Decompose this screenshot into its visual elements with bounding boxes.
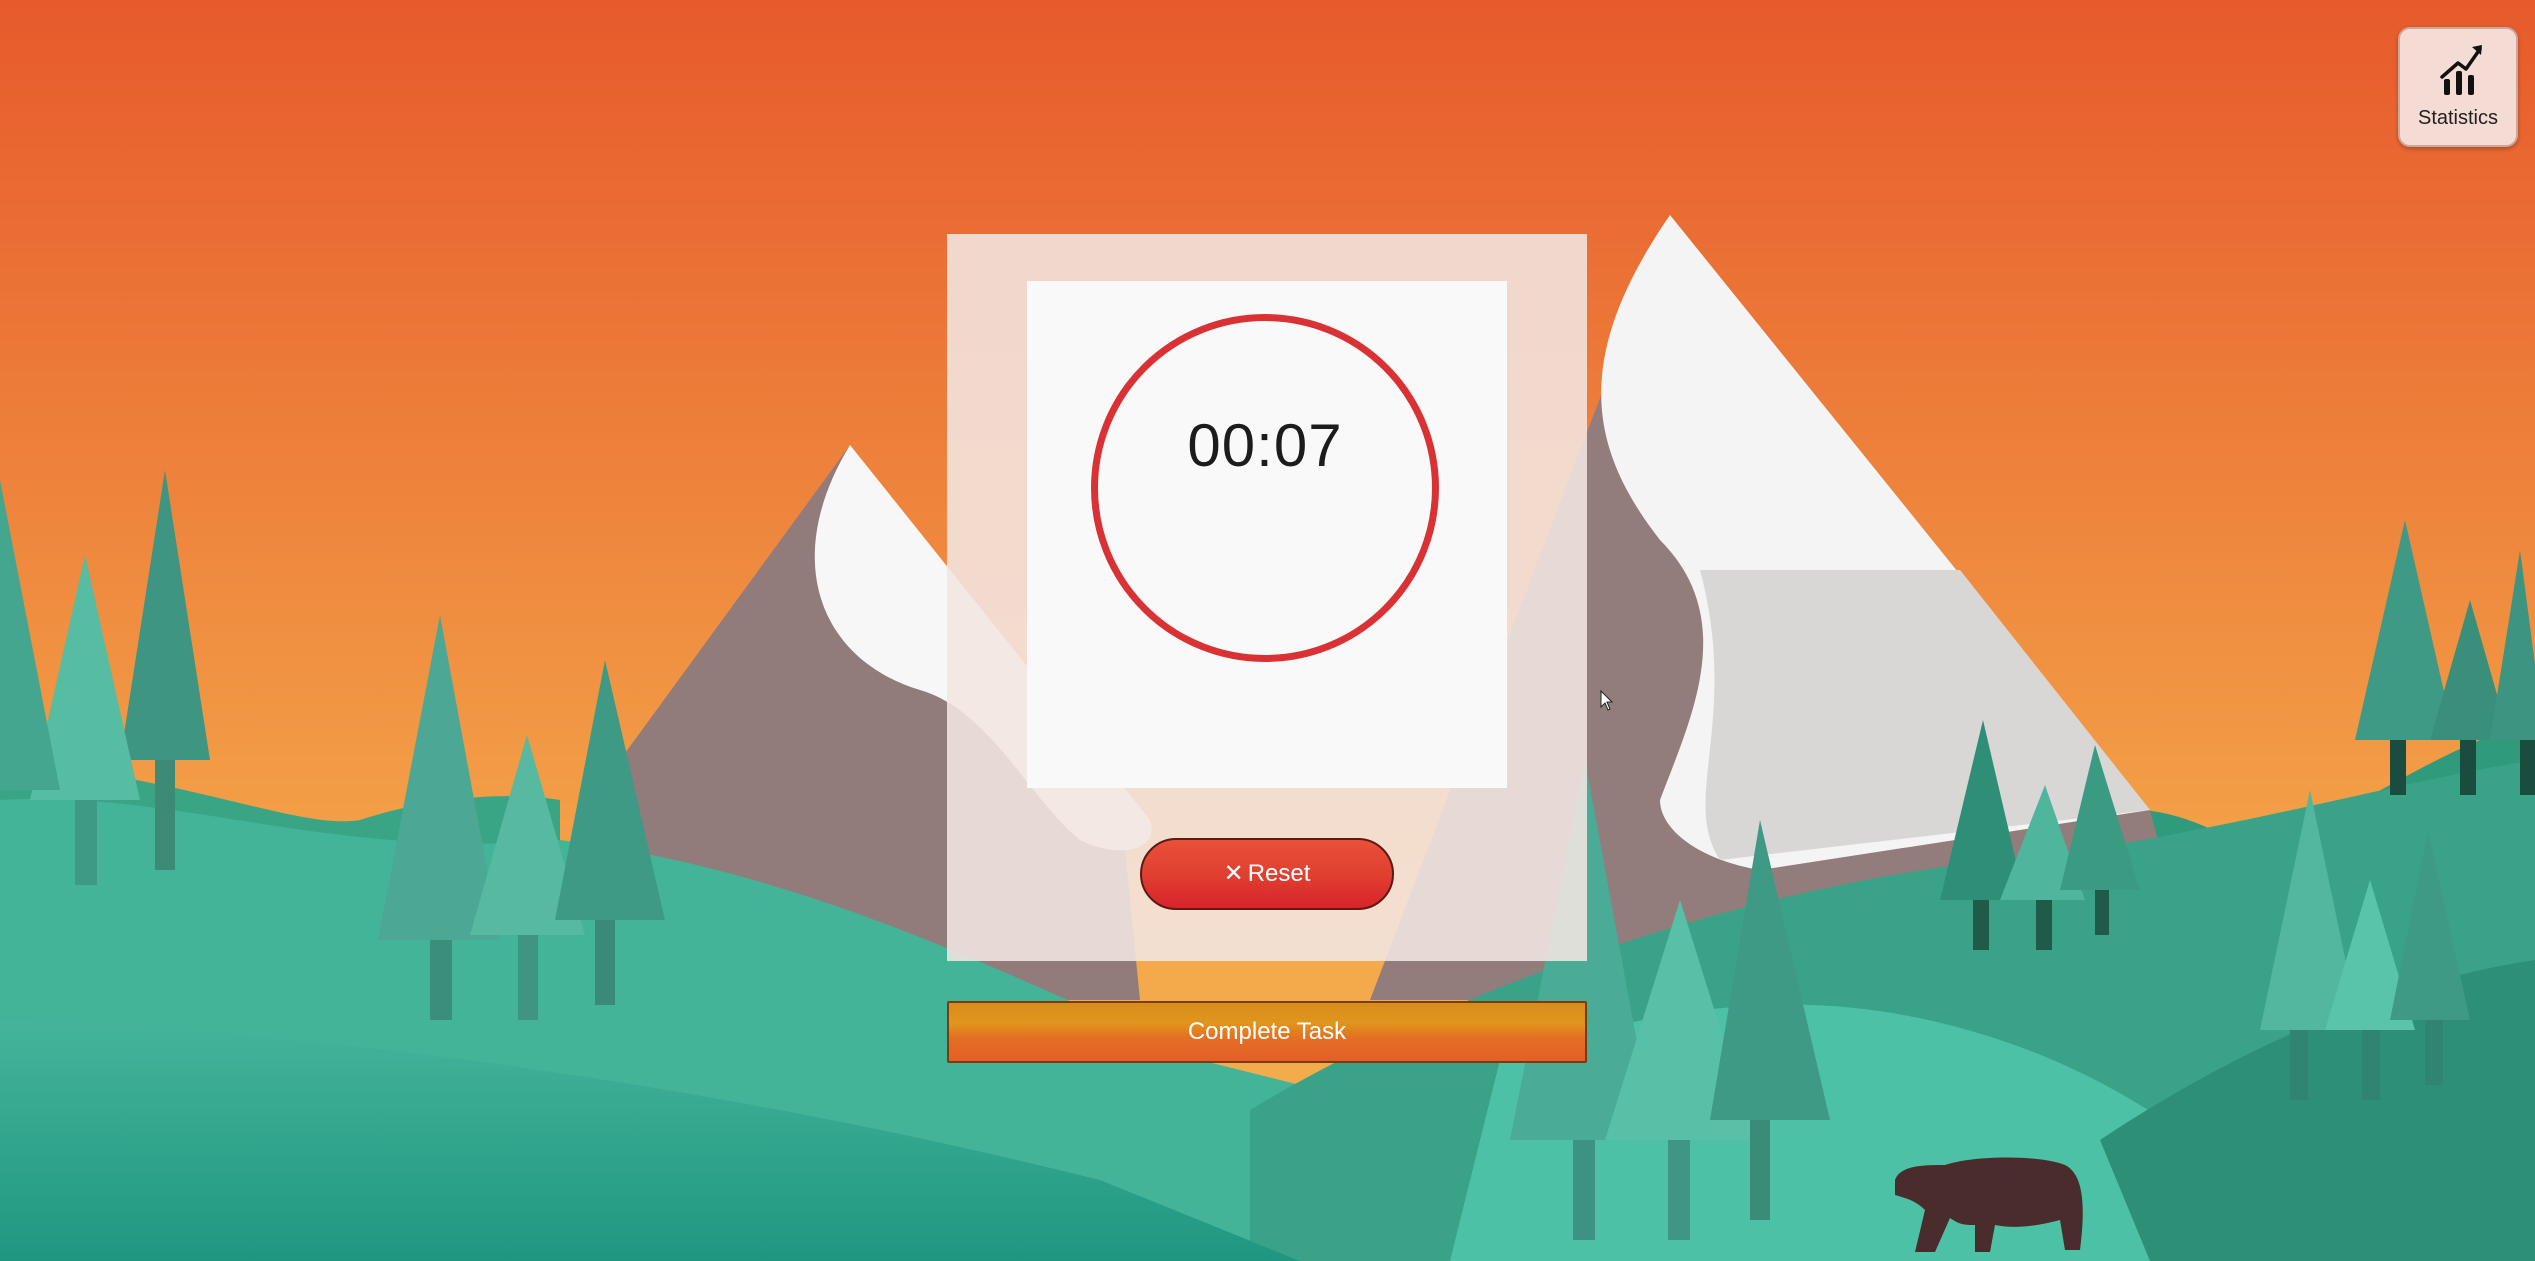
timer-ring: 00:07 — [1091, 314, 1439, 662]
complete-task-button[interactable]: Complete Task — [947, 1001, 1587, 1063]
mouse-cursor-icon — [1600, 690, 1614, 711]
timer-display: 00:07 — [1187, 412, 1343, 479]
reset-button[interactable]: ✕ Reset — [1140, 838, 1394, 910]
reset-label: Reset — [1247, 860, 1311, 887]
timer-panel: 00:07 — [1027, 281, 1507, 788]
bar-chart-trend-icon — [2440, 45, 2482, 95]
statistics-button[interactable]: Statistics — [2398, 27, 2518, 147]
statistics-label: Statistics — [2417, 107, 2499, 129]
timer-card: 00:07 ✕ Reset — [947, 234, 1587, 961]
close-icon: ✕ — [1223, 860, 1244, 887]
